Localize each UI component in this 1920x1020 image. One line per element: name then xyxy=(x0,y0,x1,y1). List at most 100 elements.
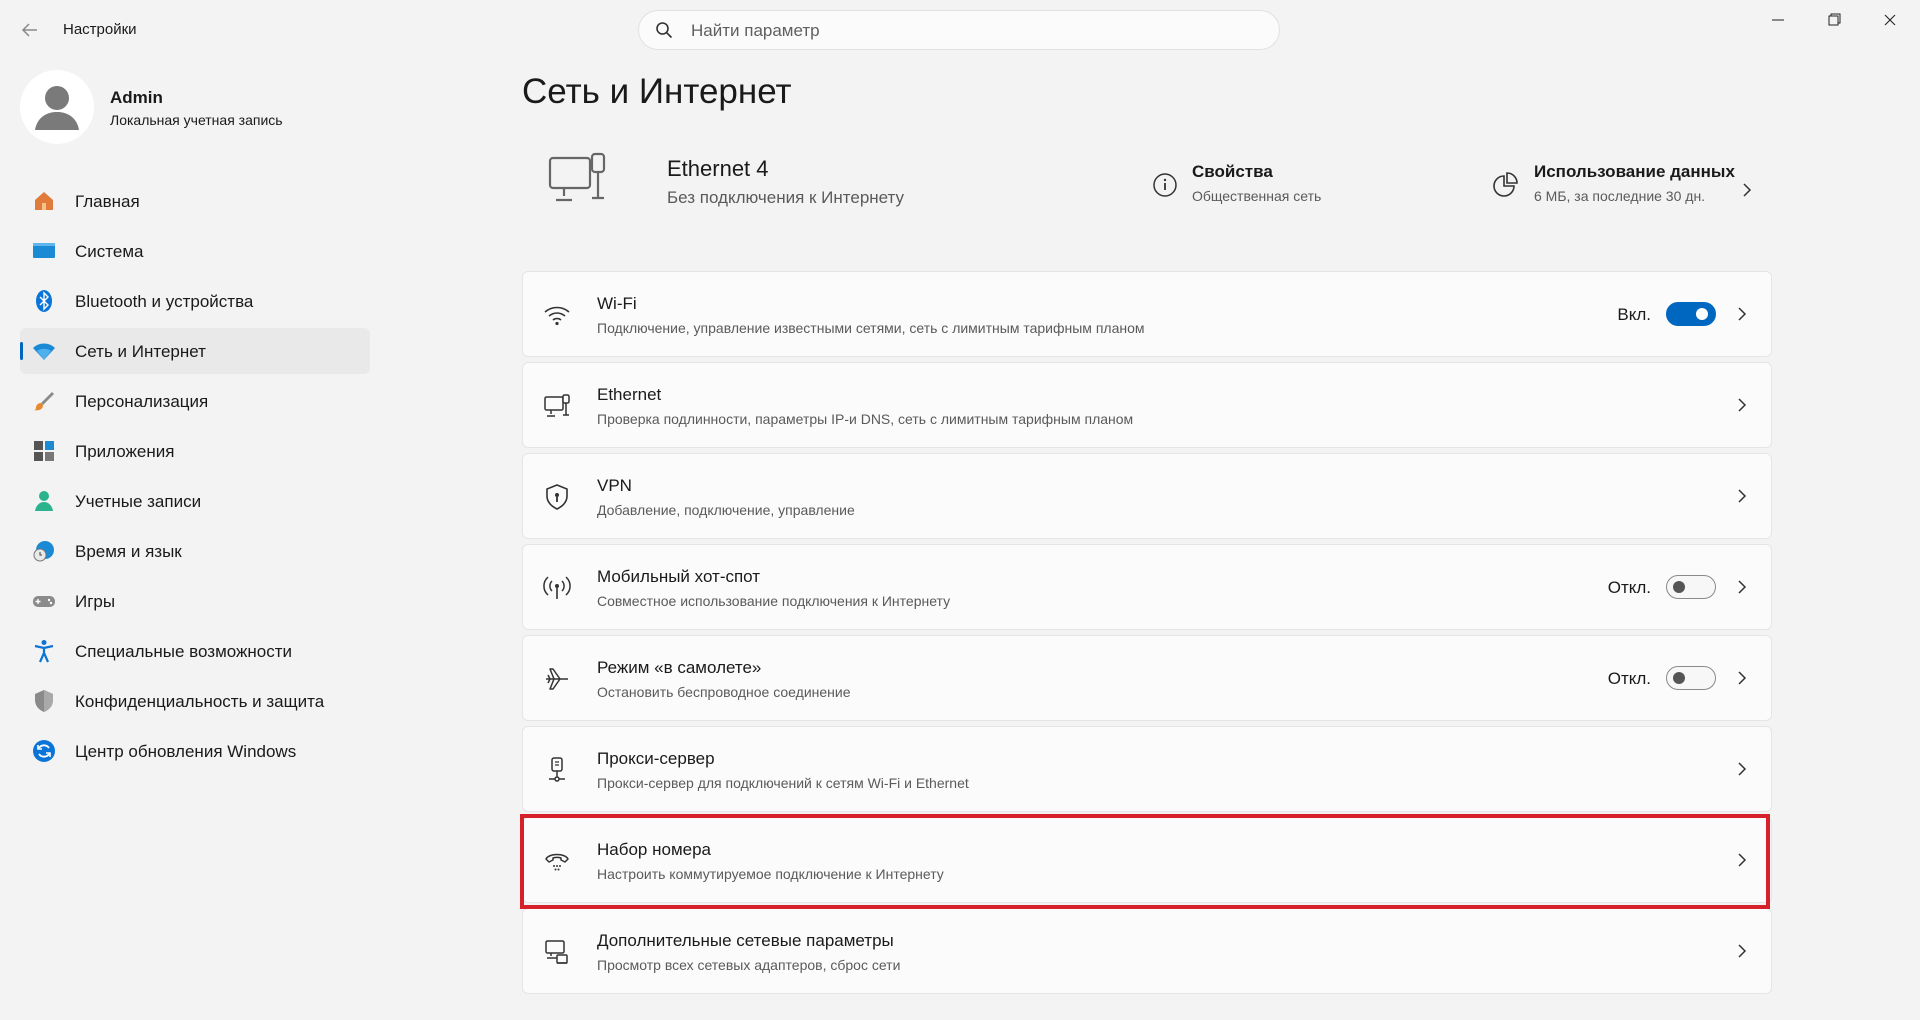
sidebar-item-gaming[interactable]: Игры xyxy=(20,578,370,624)
pie-chart-icon xyxy=(1493,172,1518,197)
chevron-right-icon xyxy=(1738,944,1747,958)
device-status: Без подключения к Интернету xyxy=(667,188,905,207)
sidebar-item-label: Время и язык xyxy=(75,542,182,561)
sidebar-item-bluetooth[interactable]: Bluetooth и устройства xyxy=(20,278,370,324)
toggle-state-label: Откл. xyxy=(1607,669,1651,688)
sidebar-item-windows-update[interactable]: Центр обновления Windows xyxy=(20,728,370,774)
ethernet-icon xyxy=(544,394,570,417)
setting-row-dial-up[interactable]: Набор номера Настроить коммутируемое под… xyxy=(522,817,1772,903)
sidebar-item-accessibility[interactable]: Специальные возможности xyxy=(20,628,370,674)
row-title: Прокси-сервер xyxy=(597,749,715,768)
toggle-state-label: Откл. xyxy=(1607,578,1651,597)
sidebar-item-personalization[interactable]: Персонализация xyxy=(20,378,370,424)
toggle-state-label: Вкл. xyxy=(1617,305,1651,324)
dialup-icon xyxy=(545,853,569,871)
toggle-knob xyxy=(1673,581,1685,593)
sidebar-item-label: Конфиденциальность и защита xyxy=(75,692,325,711)
setting-row-wifi[interactable]: Wi-Fi Подключение, управление известными… xyxy=(522,271,1772,357)
account-icon xyxy=(35,491,53,511)
row-subtitle: Совместное использование подключения к И… xyxy=(597,593,951,609)
minimize-button[interactable] xyxy=(1758,8,1798,32)
sidebar-item-apps[interactable]: Приложения xyxy=(20,428,370,474)
row-subtitle: Проверка подлинности, параметры IP-и DNS… xyxy=(597,411,1134,427)
title-bar: Настройки xyxy=(0,0,1920,60)
airplane-icon xyxy=(546,668,568,690)
sidebar-item-label: Главная xyxy=(75,192,140,211)
setting-row-proxy[interactable]: Прокси-сервер Прокси-сервер для подключе… xyxy=(522,726,1772,812)
data-usage-link[interactable]: Использование данных 6 МБ, за последние … xyxy=(1492,160,1772,210)
hotspot-toggle[interactable] xyxy=(1666,575,1716,599)
row-subtitle: Подключение, управление известными сетям… xyxy=(597,320,1145,336)
setting-row-vpn[interactable]: VPN Добавление, подключение, управление xyxy=(522,453,1772,539)
row-subtitle: Просмотр всех сетевых адаптеров, сброс с… xyxy=(597,957,901,973)
close-button[interactable] xyxy=(1870,8,1910,32)
data-usage-title: Использование данных xyxy=(1534,162,1735,181)
sidebar-nav: Главная Система Bluetooth и устройства С… xyxy=(20,178,370,778)
sidebar-item-network[interactable]: Сеть и Интернет xyxy=(20,328,370,374)
toggle-knob xyxy=(1673,672,1685,684)
sidebar-item-system[interactable]: Система xyxy=(20,228,370,274)
apps-icon xyxy=(34,441,54,461)
sidebar-item-label: Игры xyxy=(75,592,116,611)
bluetooth-icon xyxy=(36,290,52,312)
data-usage-subtitle: 6 МБ, за последние 30 дн. xyxy=(1534,188,1706,204)
sidebar-item-label: Сеть и Интернет xyxy=(75,342,206,361)
chevron-right-icon xyxy=(1738,398,1747,412)
setting-row-airplane-mode[interactable]: Режим «в самолете» Остановить беспроводн… xyxy=(522,635,1772,721)
shield-icon xyxy=(35,690,53,712)
ethernet-device-icon xyxy=(548,152,606,202)
update-icon xyxy=(33,740,55,762)
toggle-knob xyxy=(1696,308,1708,320)
vpn-shield-icon xyxy=(546,484,568,510)
search-box[interactable] xyxy=(638,10,1280,50)
wifi-toggle[interactable] xyxy=(1666,302,1716,326)
chevron-right-icon[interactable] xyxy=(1740,183,1754,197)
setting-row-advanced-network[interactable]: Дополнительные сетевые параметры Просмот… xyxy=(522,908,1772,994)
user-profile[interactable]: Admin Локальная учетная запись xyxy=(20,70,360,150)
properties-link[interactable]: Свойства Общественная сеть xyxy=(1152,160,1392,210)
sidebar-item-label: Учетные записи xyxy=(75,492,202,511)
sidebar-item-label: Приложения xyxy=(75,442,175,461)
sidebar-item-accounts[interactable]: Учетные записи xyxy=(20,478,370,524)
sidebar-item-label: Центр обновления Windows xyxy=(75,742,297,761)
row-subtitle: Настроить коммутируемое подключение к Ин… xyxy=(597,866,944,882)
setting-row-ethernet[interactable]: Ethernet Проверка подлинности, параметры… xyxy=(522,362,1772,448)
home-icon xyxy=(35,192,53,210)
row-subtitle: Прокси-сервер для подключений к сетям Wi… xyxy=(597,775,969,791)
gamepad-icon xyxy=(33,596,55,607)
accessibility-icon xyxy=(34,640,54,663)
device-name: Ethernet 4 xyxy=(667,156,769,181)
properties-title: Свойства xyxy=(1192,162,1273,181)
chevron-right-icon xyxy=(1738,489,1747,503)
info-icon xyxy=(1153,173,1177,197)
row-title: Набор номера xyxy=(597,840,711,859)
restore-button[interactable] xyxy=(1814,8,1854,32)
page-title: Сеть и Интернет xyxy=(522,72,792,111)
row-subtitle: Добавление, подключение, управление xyxy=(597,502,855,518)
sidebar-item-label: Специальные возможности xyxy=(75,642,293,661)
airplane-mode-toggle[interactable] xyxy=(1666,666,1716,690)
row-subtitle: Остановить беспроводное соединение xyxy=(597,684,851,700)
avatar xyxy=(20,70,94,144)
setting-row-hotspot[interactable]: Мобильный хот-спот Совместное использова… xyxy=(522,544,1772,630)
brush-icon xyxy=(34,392,54,411)
sidebar-item-home[interactable]: Главная xyxy=(20,178,370,224)
chevron-right-icon xyxy=(1738,671,1747,685)
row-title: VPN xyxy=(597,476,632,495)
hotspot-icon xyxy=(543,576,571,599)
row-title: Wi-Fi xyxy=(597,294,637,313)
back-button[interactable] xyxy=(18,18,42,42)
sidebar-item-time-language[interactable]: Время и язык xyxy=(20,528,370,574)
proxy-icon xyxy=(549,757,565,782)
row-title: Мобильный хот-спот xyxy=(597,567,761,586)
sidebar-item-privacy[interactable]: Конфиденциальность и защита xyxy=(20,678,370,724)
row-title: Дополнительные сетевые параметры xyxy=(597,931,894,950)
sidebar-item-label: Персонализация xyxy=(75,392,209,411)
user-avatar-icon xyxy=(35,86,79,130)
sidebar-item-label: Система xyxy=(75,242,144,261)
connection-summary: Ethernet 4 Без подключения к Интернету С… xyxy=(522,130,1772,235)
search-input[interactable] xyxy=(689,19,1253,43)
chevron-right-icon xyxy=(1738,853,1747,867)
search-icon xyxy=(656,22,673,39)
globe-clock-icon xyxy=(33,541,54,562)
